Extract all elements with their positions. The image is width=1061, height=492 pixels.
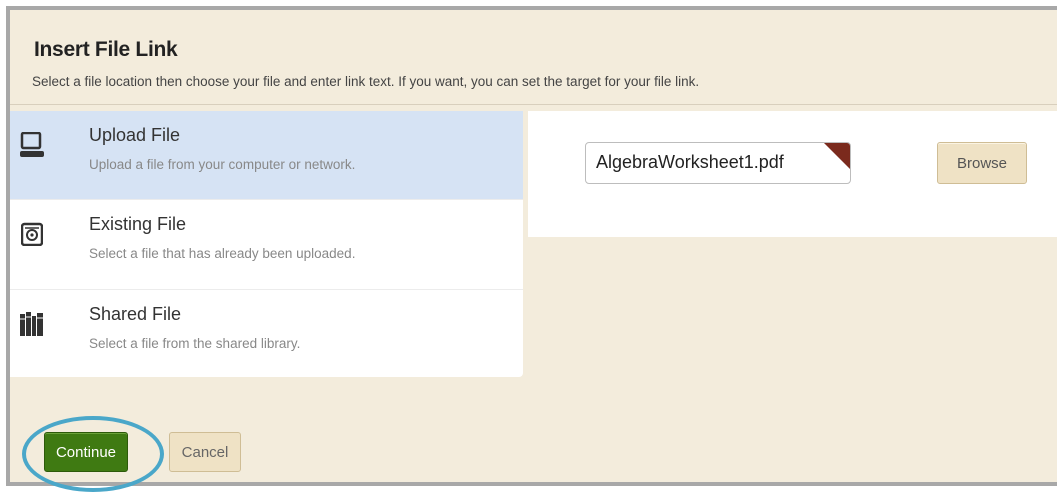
library-books-icon: [20, 310, 44, 338]
location-existing-file[interactable]: Existing File Select a file that has alr…: [10, 199, 523, 287]
dialog-subtitle: Select a file location then choose your …: [32, 74, 700, 89]
location-name: Shared File: [89, 304, 182, 324]
upload-panel: AlgebraWorksheet1.pdf Browse: [528, 111, 1061, 237]
header-divider: [10, 104, 1057, 105]
insert-file-link-dialog: Insert File Link Select a file location …: [6, 6, 1061, 492]
location-name: Existing File: [89, 214, 187, 234]
cancel-button[interactable]: Cancel: [169, 432, 241, 472]
location-upload-file[interactable]: Upload File Upload a file from your comp…: [10, 111, 523, 199]
file-name-value: AlgebraWorksheet1.pdf: [596, 152, 784, 172]
field-corner-marker: [824, 143, 850, 169]
disk-icon: [20, 220, 44, 248]
location-shared-file[interactable]: Shared File Select a file from the share…: [10, 289, 523, 377]
location-name: Upload File: [89, 125, 181, 145]
browse-button[interactable]: Browse: [937, 142, 1027, 184]
dialog-title: Insert File Link: [34, 38, 178, 61]
file-name-field[interactable]: AlgebraWorksheet1.pdf: [585, 142, 851, 184]
location-description: Select a file from the shared library.: [89, 336, 301, 351]
laptop-icon: [20, 131, 44, 159]
location-description: Upload a file from your computer or netw…: [89, 157, 356, 172]
file-location-list: Upload File Upload a file from your comp…: [10, 111, 523, 377]
continue-button[interactable]: Continue: [44, 432, 128, 472]
location-description: Select a file that has already been uplo…: [89, 246, 356, 261]
